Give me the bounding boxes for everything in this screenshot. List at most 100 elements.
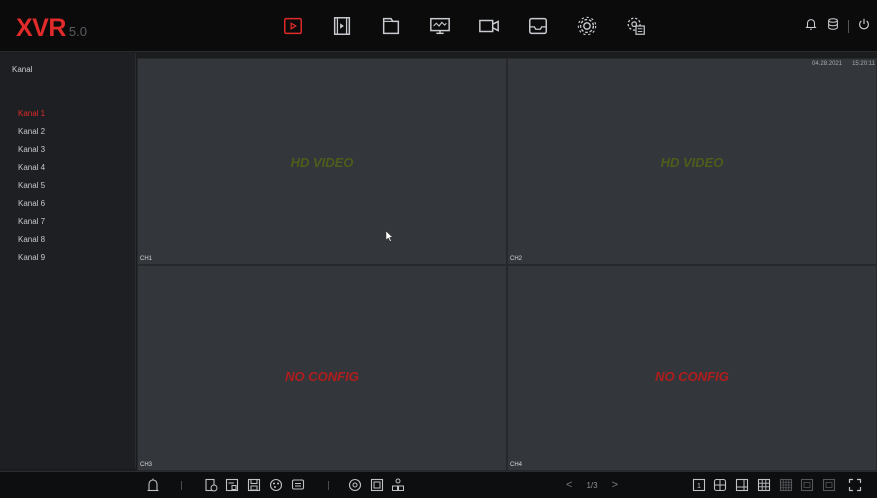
power-button[interactable] [857,17,871,36]
nav-playback[interactable] [278,14,307,38]
sixteen-view-icon [779,478,793,492]
video-tile[interactable]: HD VIDEO CH2 [507,58,877,265]
message-icon [291,479,305,490]
export-file-icon [225,478,239,492]
quad-view-icon [713,478,727,492]
bell-icon [805,19,817,30]
ptz-button[interactable] [348,478,362,492]
date-time-overlay: 04.28.2021 15:20:11 [812,61,875,67]
snapshot-icon [370,478,384,492]
bottom-toolbar: < 1/3 > 1 [0,471,877,498]
tile-status-message: HD VIDEO [290,155,354,170]
nav-record-clips[interactable] [327,14,356,38]
fullscreen-button[interactable] [848,478,862,492]
main-nav [278,14,670,38]
network-icon [392,478,404,491]
nav-storage[interactable] [523,14,552,38]
folder-icon [382,17,399,35]
layout-25-icon [800,478,814,492]
overlay-time: 15:20:11 [852,61,875,67]
layout-36-icon [822,478,836,492]
message-button[interactable] [291,478,305,492]
separator [848,20,849,33]
tile-channel-label: CH1 [140,255,153,262]
overlay-date: 04.28.2021 [812,61,843,67]
logo-text: XVR [16,14,66,42]
export-button[interactable] [225,478,239,492]
tile-status-message: HD VIDEO [660,155,724,170]
svg-text:1: 1 [697,483,701,490]
logo: XVR 5.0 [16,14,87,43]
nav-monitor[interactable] [425,14,454,38]
toolbar-separator [181,481,182,490]
top-bar: XVR 5.0 [0,0,877,52]
top-right-controls [804,17,871,36]
system-settings-icon [627,17,645,35]
layout-36-button[interactable] [822,478,836,492]
monitor-icon [429,17,450,35]
video-tile[interactable]: HD VIDEO CH1 [137,58,507,265]
color-adjust-button[interactable] [269,478,283,492]
nav-files[interactable] [376,14,405,38]
logo-version: 5.0 [68,24,87,39]
ptz-icon [348,478,362,492]
tile-channel-label: CH4 [510,462,523,468]
video-tile[interactable]: NO CONFIG CH3 [137,264,507,471]
channel-item[interactable]: Kanal 3 [18,141,45,159]
six-view-icon [735,478,749,492]
siren-icon [147,478,159,492]
layout-25-button[interactable] [800,478,814,492]
playback-icon [283,17,302,35]
layout-16-button[interactable] [779,478,793,492]
save-icon [247,478,261,492]
prev-page-button[interactable]: < [566,480,572,491]
alarm-button[interactable] [804,17,818,36]
channel-item[interactable]: Kanal 2 [18,123,45,141]
gear-icon [577,16,596,36]
video-tile[interactable]: NO CONFIG CH4 [507,264,877,471]
channel-item[interactable]: Kanal 6 [18,195,45,213]
tile-channel-label: CH3 [140,462,153,468]
channel-sidebar: Kanal Kanal 1 Kanal 2 Kanal 3 Kanal 4 Kanal … [0,53,136,468]
channel-item[interactable]: Kanal 1 [18,105,45,123]
single-view-icon: 1 [692,478,706,492]
mouse-pointer-icon [386,231,394,242]
nav-settings[interactable] [572,14,601,38]
video-grid: NO CONFIG CH4 NO CONFIG CH3 HD VIDEO CH2 HD VI… [137,58,877,471]
layout-1-button[interactable]: 1 [692,478,706,492]
nav-camera[interactable] [474,14,503,38]
fullscreen-icon [848,478,862,492]
film-clip-icon [333,17,350,35]
toolbar-separator [328,481,329,490]
power-icon [859,18,869,30]
layout-6-button[interactable] [735,478,749,492]
storage-tray-icon [528,17,547,35]
channel-item[interactable]: Kanal 8 [18,231,45,249]
page-indicator: 1/3 [586,480,598,490]
channel-item[interactable]: Kanal 7 [18,213,45,231]
disk-icon [828,18,838,30]
next-page-button[interactable]: > [612,480,618,491]
layout-9-button[interactable] [757,478,771,492]
alarm-siren-button[interactable] [146,478,160,492]
tile-status-message: NO CONFIG [655,368,729,384]
save-button[interactable] [247,478,261,492]
disk-button[interactable] [826,17,840,36]
tile-channel-label: CH2 [510,255,523,262]
channel-item[interactable]: Kanal 5 [18,177,45,195]
layout-4-button[interactable] [713,478,727,492]
channel-list: Kanal 1 Kanal 2 Kanal 3 Kanal 4 Kanal 5 Kanal… [18,105,45,267]
nine-view-icon [757,478,771,492]
record-file-icon [205,478,218,492]
tile-status-message: NO CONFIG [285,368,359,384]
sidebar-title: Kanal [12,65,33,74]
network-button[interactable] [391,478,405,492]
snapshot-button[interactable] [370,478,384,492]
palette-icon [269,478,283,492]
record-search-button[interactable] [204,478,218,492]
camera-icon [478,19,499,33]
channel-item[interactable]: Kanal 4 [18,159,45,177]
page-navigator: < 1/3 > [566,480,618,491]
nav-system[interactable] [621,14,650,38]
channel-item[interactable]: Kanal 9 [18,249,45,267]
